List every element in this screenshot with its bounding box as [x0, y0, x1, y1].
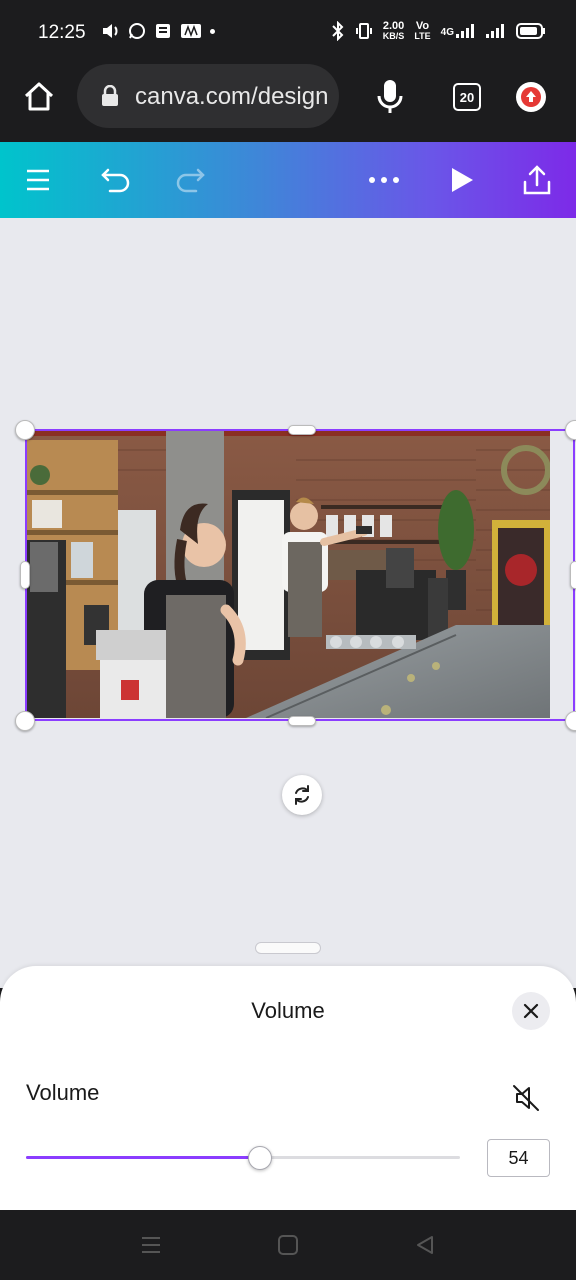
news-icon — [156, 24, 170, 38]
recents-button[interactable] — [138, 1232, 164, 1258]
volume-status-icon — [103, 24, 118, 38]
rotate-icon — [295, 785, 309, 805]
more-icon — [369, 177, 399, 183]
home-square-icon — [278, 1235, 298, 1255]
microphone-icon — [377, 80, 403, 113]
more-notifications-dot — [210, 28, 215, 34]
back-icon — [417, 1236, 433, 1254]
close-icon — [523, 1003, 539, 1019]
resize-handle-right[interactable] — [570, 561, 576, 589]
paytm-icon — [181, 24, 201, 38]
undo-icon — [101, 168, 130, 193]
volume-slider[interactable] — [26, 1146, 460, 1170]
sheet-title: Volume — [251, 998, 325, 1023]
menu-icon — [27, 169, 49, 191]
resize-handle-bottom-right[interactable] — [565, 711, 576, 731]
system-icons: 2.00 KB/S Vo LTE 4G — [331, 20, 546, 41]
recents-icon — [142, 1237, 160, 1253]
selection-frame — [25, 429, 575, 721]
bluetooth-icon — [332, 20, 344, 41]
back-button[interactable] — [412, 1232, 438, 1258]
sheet-drag-handle[interactable] — [255, 942, 321, 954]
signal-4g: 4G — [441, 23, 476, 38]
redo-button[interactable] — [170, 160, 210, 200]
muted-speaker-icon — [513, 1085, 539, 1111]
close-button[interactable] — [512, 992, 550, 1030]
volume-label: Volume — [26, 1080, 100, 1105]
extension-button[interactable] — [516, 82, 546, 112]
mute-button[interactable] — [510, 1082, 542, 1114]
battery-icon — [516, 22, 545, 39]
menu-button[interactable] — [18, 160, 58, 200]
share-button[interactable] — [517, 160, 557, 200]
redo-icon — [176, 168, 205, 193]
rotate-button[interactable] — [282, 775, 322, 815]
design-canvas[interactable] — [0, 218, 576, 988]
upload-arrow-icon — [521, 87, 541, 107]
lock-icon — [102, 85, 118, 106]
browser-toolbar: canva.com/design 20 — [0, 64, 576, 142]
more-options-button[interactable] — [364, 160, 404, 200]
signal-2-icon — [486, 23, 504, 38]
voice-search-button[interactable] — [376, 78, 404, 116]
vibrate-icon — [355, 22, 372, 39]
slider-fill — [26, 1156, 261, 1159]
slider-thumb[interactable] — [248, 1146, 273, 1170]
address-bar[interactable]: canva.com/design — [77, 64, 339, 128]
editor-toolbar — [0, 142, 576, 218]
volume-value-input[interactable]: 54 — [487, 1139, 550, 1177]
signal-icon — [456, 23, 474, 38]
share-icon — [523, 165, 551, 195]
status-time: 12:25 — [38, 22, 86, 43]
resize-handle-bottom[interactable] — [288, 716, 316, 726]
status-bar: 12:25 2.00 KB/S Vo LTE 4G — [0, 0, 576, 64]
system-nav-bar — [0, 1210, 576, 1280]
home-icon — [24, 82, 54, 111]
tab-switcher-button[interactable]: 20 — [453, 83, 481, 111]
volte-indicator: Vo LTE — [414, 20, 431, 41]
url-text: canva.com/design — [135, 83, 329, 110]
resize-handle-bottom-left[interactable] — [15, 711, 35, 731]
present-button[interactable] — [442, 160, 482, 200]
resize-handle-top-left[interactable] — [15, 420, 35, 440]
whatsapp-icon — [129, 23, 145, 39]
volume-sheet: Volume Volume 54 — [0, 966, 576, 1210]
net-speed: 2.00 KB/S — [382, 20, 405, 41]
home-nav-button[interactable] — [275, 1232, 301, 1258]
notification-icons — [102, 22, 215, 40]
home-button[interactable] — [22, 80, 56, 114]
undo-button[interactable] — [96, 160, 136, 200]
resize-handle-top[interactable] — [288, 425, 316, 435]
play-icon — [452, 168, 473, 192]
resize-handle-left[interactable] — [20, 561, 30, 589]
